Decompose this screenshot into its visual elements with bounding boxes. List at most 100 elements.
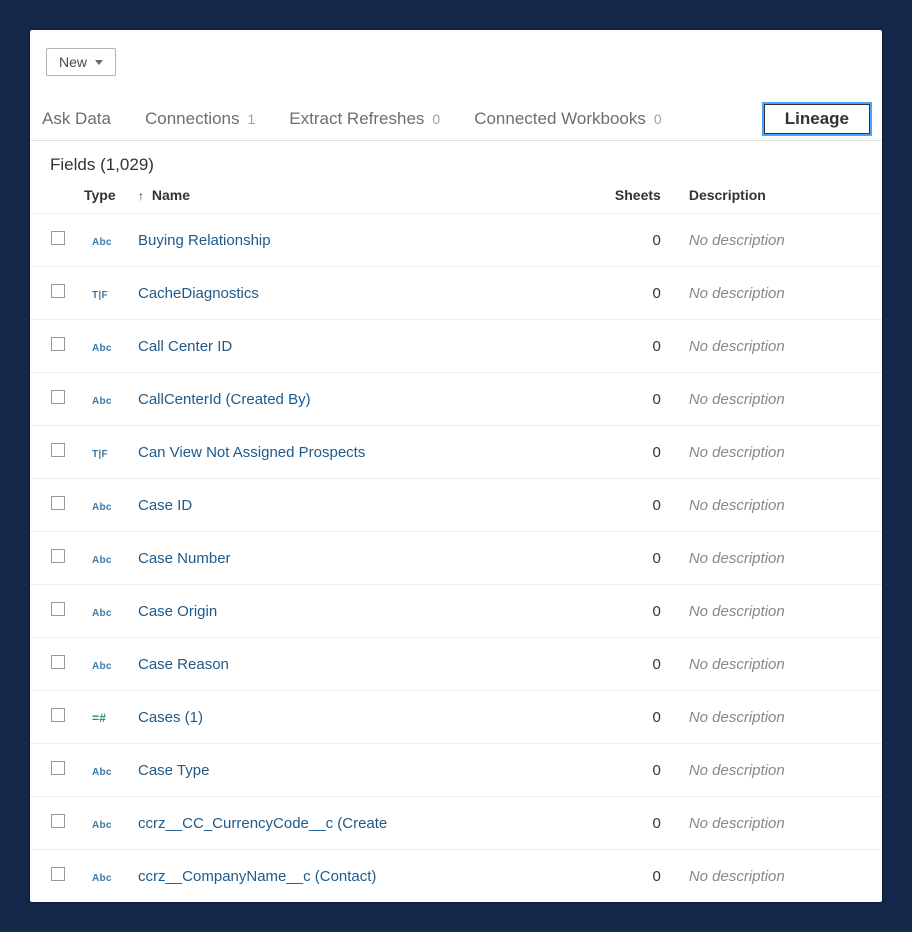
description-cell: No description — [681, 214, 882, 267]
sheets-count: 0 — [607, 426, 681, 479]
row-checkbox[interactable] — [51, 443, 65, 457]
type-icon: Abc — [92, 608, 112, 619]
description-cell: No description — [681, 320, 882, 373]
tab-connections-label: Connections — [145, 109, 240, 129]
sheets-count: 0 — [607, 850, 681, 903]
description-cell: No description — [681, 585, 882, 638]
chevron-down-icon — [95, 60, 103, 65]
sheets-count: 0 — [607, 267, 681, 320]
row-checkbox[interactable] — [51, 867, 65, 881]
tab-connections-count: 1 — [248, 111, 256, 127]
tab-extract-label: Extract Refreshes — [289, 109, 424, 129]
field-name-link[interactable]: CacheDiagnostics — [138, 285, 259, 302]
type-icon: Abc — [92, 767, 112, 778]
table-row: Abc ccrz__CompanyName__c (Contact) 0No des… — [30, 850, 882, 903]
field-name-link[interactable]: CallCenterId (Created By) — [138, 391, 311, 408]
new-button-label: New — [59, 54, 87, 70]
field-name-link[interactable]: ccrz__CC_CurrencyCode__c (Create — [138, 815, 387, 832]
description-cell: No description — [681, 373, 882, 426]
row-checkbox[interactable] — [51, 549, 65, 563]
tab-extract-count: 0 — [432, 111, 440, 127]
field-name-link[interactable]: Can View Not Assigned Prospects — [138, 444, 365, 461]
table-row: AbcCase Number0No description — [30, 532, 882, 585]
row-checkbox[interactable] — [51, 496, 65, 510]
sheets-count: 0 — [607, 532, 681, 585]
tab-extract-refreshes[interactable]: Extract Refreshes 0 — [289, 109, 440, 129]
field-name-link[interactable]: Call Center ID — [138, 338, 232, 355]
col-header-sheets[interactable]: Sheets — [607, 179, 681, 214]
description-cell: No description — [681, 797, 882, 850]
type-icon: Abc — [92, 343, 112, 354]
type-icon: Abc — [92, 820, 112, 831]
description-cell: No description — [681, 532, 882, 585]
type-icon: Abc — [92, 502, 112, 513]
field-name-link[interactable]: ccrz__CompanyName__c (Contact) — [138, 868, 376, 885]
description-cell: No description — [681, 267, 882, 320]
sheets-count: 0 — [607, 744, 681, 797]
field-name-link[interactable]: Case ID — [138, 497, 192, 514]
type-icon: T|F — [92, 449, 108, 460]
tab-connected-workbooks[interactable]: Connected Workbooks 0 — [474, 109, 661, 129]
table-row: Abc Call Center ID 0No description — [30, 320, 882, 373]
table-row: Abc ccrz__CC_CurrencyCode__c (Create 0No d… — [30, 797, 882, 850]
sheets-count: 0 — [607, 214, 681, 267]
field-name-link[interactable]: Cases (1) — [138, 709, 203, 726]
col-header-description[interactable]: Description — [681, 179, 882, 214]
tab-lineage[interactable]: Lineage — [764, 104, 870, 134]
tab-connected-count: 0 — [654, 111, 662, 127]
tab-ask-data-label: Ask Data — [42, 109, 111, 129]
table-row: Abc Case Origin 0No description — [30, 585, 882, 638]
sheets-count: 0 — [607, 479, 681, 532]
field-name-link[interactable]: Case Origin — [138, 603, 217, 620]
tab-connected-label: Connected Workbooks — [474, 109, 646, 129]
row-checkbox[interactable] — [51, 708, 65, 722]
row-checkbox[interactable] — [51, 814, 65, 828]
table-row: T|F Can View Not Assigned Prospects 0No de… — [30, 426, 882, 479]
fields-table: Type ↑ Name Sheets Description Abc Buying… — [30, 179, 882, 902]
description-cell: No description — [681, 426, 882, 479]
sheets-count: 0 — [607, 691, 681, 744]
field-name-link[interactable]: Case Reason — [138, 656, 229, 673]
new-button[interactable]: New — [46, 48, 116, 76]
row-checkbox[interactable] — [51, 390, 65, 404]
description-cell: No description — [681, 638, 882, 691]
table-row: T|F CacheDiagnostics 0No description — [30, 267, 882, 320]
row-checkbox[interactable] — [51, 655, 65, 669]
row-checkbox[interactable] — [51, 761, 65, 775]
row-checkbox[interactable] — [51, 337, 65, 351]
field-name-link[interactable]: Buying Relationship — [138, 232, 271, 249]
type-icon: =# — [92, 711, 106, 725]
description-cell: No description — [681, 744, 882, 797]
main-panel: New Ask Data Connections 1 Extract Refre… — [30, 30, 882, 902]
field-name-link[interactable]: Case Number — [138, 550, 231, 567]
table-row: Abc Case Reason 0No description — [30, 638, 882, 691]
field-name-link[interactable]: Case Type — [138, 762, 209, 779]
sheets-count: 0 — [607, 320, 681, 373]
description-cell: No description — [681, 479, 882, 532]
tabs: Ask Data Connections 1 Extract Refreshes… — [30, 86, 882, 141]
type-icon: Abc — [92, 237, 112, 248]
table-row: Abc Buying Relationship 0No description — [30, 214, 882, 267]
tab-ask-data[interactable]: Ask Data — [42, 109, 111, 129]
sort-ascending-icon: ↑ — [138, 189, 144, 203]
type-icon: Abc — [92, 661, 112, 672]
sheets-count: 0 — [607, 585, 681, 638]
type-icon: Abc — [92, 873, 112, 884]
table-row: =# Cases (1) 0No description — [30, 691, 882, 744]
row-checkbox[interactable] — [51, 602, 65, 616]
tab-connections[interactable]: Connections 1 — [145, 109, 255, 129]
type-icon: T|F — [92, 290, 108, 301]
sheets-count: 0 — [607, 797, 681, 850]
description-cell: No description — [681, 850, 882, 903]
col-header-type[interactable]: Type — [84, 179, 130, 214]
row-checkbox[interactable] — [51, 231, 65, 245]
sheets-count: 0 — [607, 638, 681, 691]
col-header-name[interactable]: ↑ Name — [130, 179, 607, 214]
table-row: AbcCallCenterId (Created By)0No descript… — [30, 373, 882, 426]
description-cell: No description — [681, 691, 882, 744]
table-row: Abc Case ID 0No description — [30, 479, 882, 532]
fields-heading: Fields (1,029) — [30, 141, 882, 179]
col-header-name-label: Name — [152, 187, 190, 203]
type-icon: Abc — [92, 396, 112, 407]
row-checkbox[interactable] — [51, 284, 65, 298]
